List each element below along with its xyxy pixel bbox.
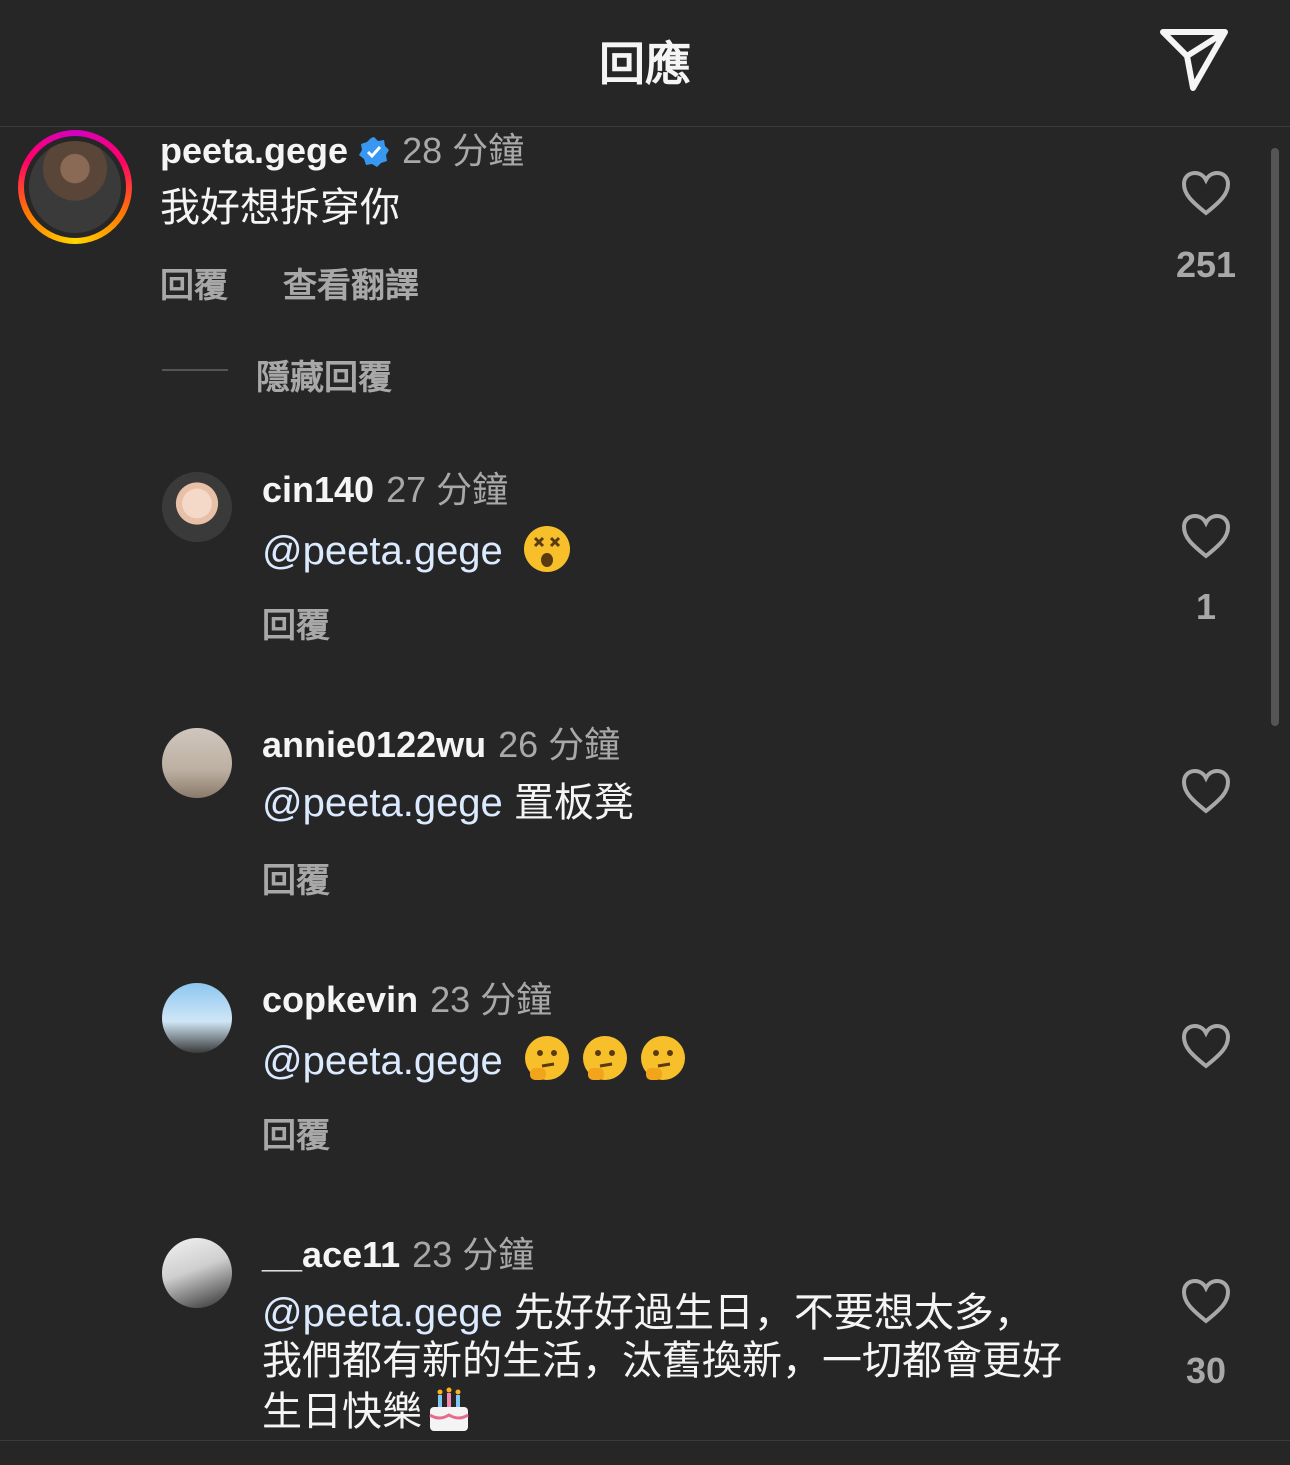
scrollbar[interactable]	[1271, 148, 1279, 726]
avatar[interactable]	[18, 130, 132, 244]
username[interactable]: __ace11	[262, 1234, 400, 1275]
timestamp: 23 分鐘	[430, 979, 553, 1020]
birthday-cake-emoji	[424, 1385, 474, 1435]
username[interactable]: cin140	[262, 469, 374, 510]
mention-link[interactable]: @peeta.gege	[262, 1039, 503, 1083]
divider	[0, 1440, 1290, 1441]
thinking-face-emoji	[580, 1034, 630, 1084]
thinking-face-emoji	[638, 1034, 688, 1084]
avatar[interactable]	[162, 472, 232, 542]
reply-button[interactable]: 回覆	[160, 258, 228, 307]
header: 回應	[0, 0, 1290, 127]
heart-icon[interactable]	[1181, 170, 1231, 216]
reply-header: __ace11 23 分鐘	[262, 1234, 534, 1276]
comment-header: peeta.gege 28 分鐘	[160, 130, 524, 172]
timestamp: 27 分鐘	[386, 469, 509, 510]
timestamp: 28 分鐘	[402, 130, 525, 171]
heart-icon[interactable]	[1181, 1023, 1231, 1069]
like-count: 1	[1195, 586, 1217, 627]
reply-header: annie0122wu 26 分鐘	[262, 724, 620, 766]
reply-text: @peeta.gege	[262, 524, 572, 575]
reply-text: @peeta.gege	[262, 1034, 688, 1085]
heart-icon[interactable]	[1181, 768, 1231, 814]
divider	[162, 369, 228, 371]
avatar[interactable]	[162, 983, 232, 1053]
reply-button[interactable]: 回覆	[262, 853, 330, 902]
avatar[interactable]	[162, 728, 232, 798]
translate-button[interactable]: 查看翻譯	[283, 258, 419, 307]
reply-header: copkevin 23 分鐘	[262, 979, 552, 1021]
mention-link[interactable]: @peeta.gege	[262, 781, 503, 825]
timestamp: 23 分鐘	[412, 1234, 535, 1275]
reply-button[interactable]: 回覆	[262, 598, 330, 647]
mention-link[interactable]: @peeta.gege	[262, 529, 503, 573]
heart-icon[interactable]	[1181, 1278, 1231, 1324]
reply-text: @peeta.gege 置板凳	[262, 779, 634, 827]
username[interactable]: copkevin	[262, 979, 418, 1020]
username[interactable]: annie0122wu	[262, 724, 486, 765]
timestamp: 26 分鐘	[498, 724, 621, 765]
comment-text: 我好想拆穿你	[160, 186, 400, 230]
verified-badge-icon	[358, 135, 390, 167]
username[interactable]: peeta.gege	[160, 130, 348, 171]
reply-text: @peeta.gege 先好好過生日，不要想太多， 我們都有新的生活，汰舊換新，…	[262, 1289, 1142, 1436]
dizzy-face-emoji	[522, 524, 572, 574]
hide-replies-button[interactable]: 隱藏回覆	[256, 350, 392, 399]
avatar[interactable]	[162, 1238, 232, 1308]
reply-body-line2: 我們都有新的生活，汰舊換新，一切都會更好	[262, 1339, 1062, 1383]
heart-icon[interactable]	[1181, 513, 1231, 559]
like-count: 30	[1185, 1350, 1227, 1391]
mention-link[interactable]: @peeta.gege	[262, 1291, 503, 1335]
like-count: 251	[1175, 244, 1237, 285]
send-icon[interactable]	[1155, 24, 1233, 96]
page-title: 回應	[599, 38, 691, 90]
reply-button[interactable]: 回覆	[262, 1108, 330, 1157]
reply-body: 置板凳	[513, 781, 634, 825]
reply-body-line3: 生日快樂	[262, 1390, 422, 1434]
reply-header: cin140 27 分鐘	[262, 469, 508, 511]
reply-body: 先好好過生日，不要想太多，	[513, 1291, 1034, 1335]
thinking-face-emoji	[522, 1034, 572, 1084]
